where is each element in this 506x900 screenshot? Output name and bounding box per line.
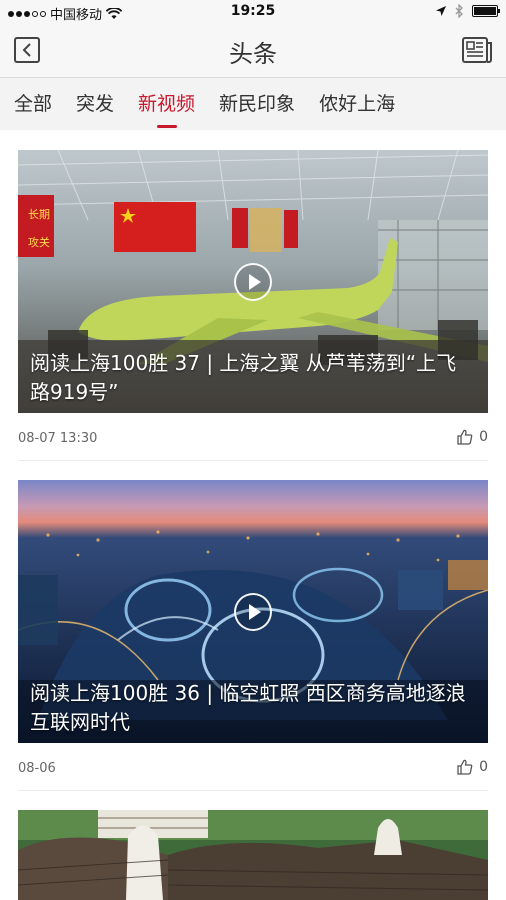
publish-date: 08-06 [18, 761, 56, 776]
play-button[interactable] [234, 593, 272, 631]
video-title[interactable]: 阅读上海100胜 36 | 临空虹照 西区商务高地逐浪互联网时代 [30, 679, 476, 737]
thumbs-up-icon [457, 429, 473, 445]
newspaper-icon [462, 37, 492, 63]
bluetooth-icon [455, 4, 463, 18]
article-meta: 08-06 0 [18, 754, 488, 784]
video-thumbnail[interactable]: 长期 攻关 阅读上海100胜 37 | 上海之翼 从芦苇荡到“上飞路919号” [18, 150, 488, 413]
article-meta: 08-07 13:30 0 [18, 424, 488, 454]
video-title[interactable]: 阅读上海100胜 37 | 上海之翼 从芦苇荡到“上飞路919号” [30, 349, 476, 407]
battery-icon [472, 5, 500, 17]
clock: 19:25 [230, 3, 276, 19]
tab-new-video[interactable]: 新视频 [138, 78, 195, 130]
banner-text-1: 长期 [28, 208, 50, 221]
like-button[interactable]: 0 [457, 759, 488, 775]
video-thumbnail[interactable]: 阅读上海100胜 36 | 临空虹照 西区商务高地逐浪互联网时代 [18, 480, 488, 743]
category-tabs: 全部 突发 新视频 新民印象 侬好上海 [0, 78, 506, 130]
play-button[interactable] [234, 263, 272, 301]
video-thumbnail[interactable] [18, 810, 488, 900]
status-bar: 中国移动 19:25 [0, 0, 506, 24]
banner-text-2: 攻关 [28, 235, 50, 249]
newspaper-button[interactable] [462, 37, 492, 63]
article-card[interactable] [18, 810, 488, 900]
article-card[interactable]: 阅读上海100胜 36 | 临空虹照 西区商务高地逐浪互联网时代 08-06 0 [18, 480, 488, 776]
status-right [435, 4, 500, 18]
thumbs-up-icon [457, 759, 473, 775]
battery-fill [474, 7, 496, 15]
card-divider [18, 790, 488, 791]
page-title: 头条 [229, 40, 277, 68]
location-arrow-icon [436, 6, 446, 16]
tab-xinmin-impression[interactable]: 新民印象 [219, 78, 295, 130]
like-button[interactable]: 0 [457, 429, 488, 445]
play-icon [249, 604, 261, 620]
tab-hello-shanghai[interactable]: 侬好上海 [319, 78, 395, 130]
old-rooftops-image [18, 810, 488, 900]
nav-bar: 头条 [0, 24, 506, 78]
like-count: 0 [479, 429, 488, 445]
article-card[interactable]: 长期 攻关 阅读上海100胜 37 | 上海之翼 从芦苇荡到“上飞路919号” … [18, 150, 488, 446]
like-count: 0 [479, 759, 488, 775]
play-icon [249, 274, 261, 290]
tab-breaking[interactable]: 突发 [76, 78, 114, 130]
tab-all[interactable]: 全部 [14, 78, 52, 130]
publish-date: 08-07 13:30 [18, 431, 98, 446]
card-divider [18, 460, 488, 461]
